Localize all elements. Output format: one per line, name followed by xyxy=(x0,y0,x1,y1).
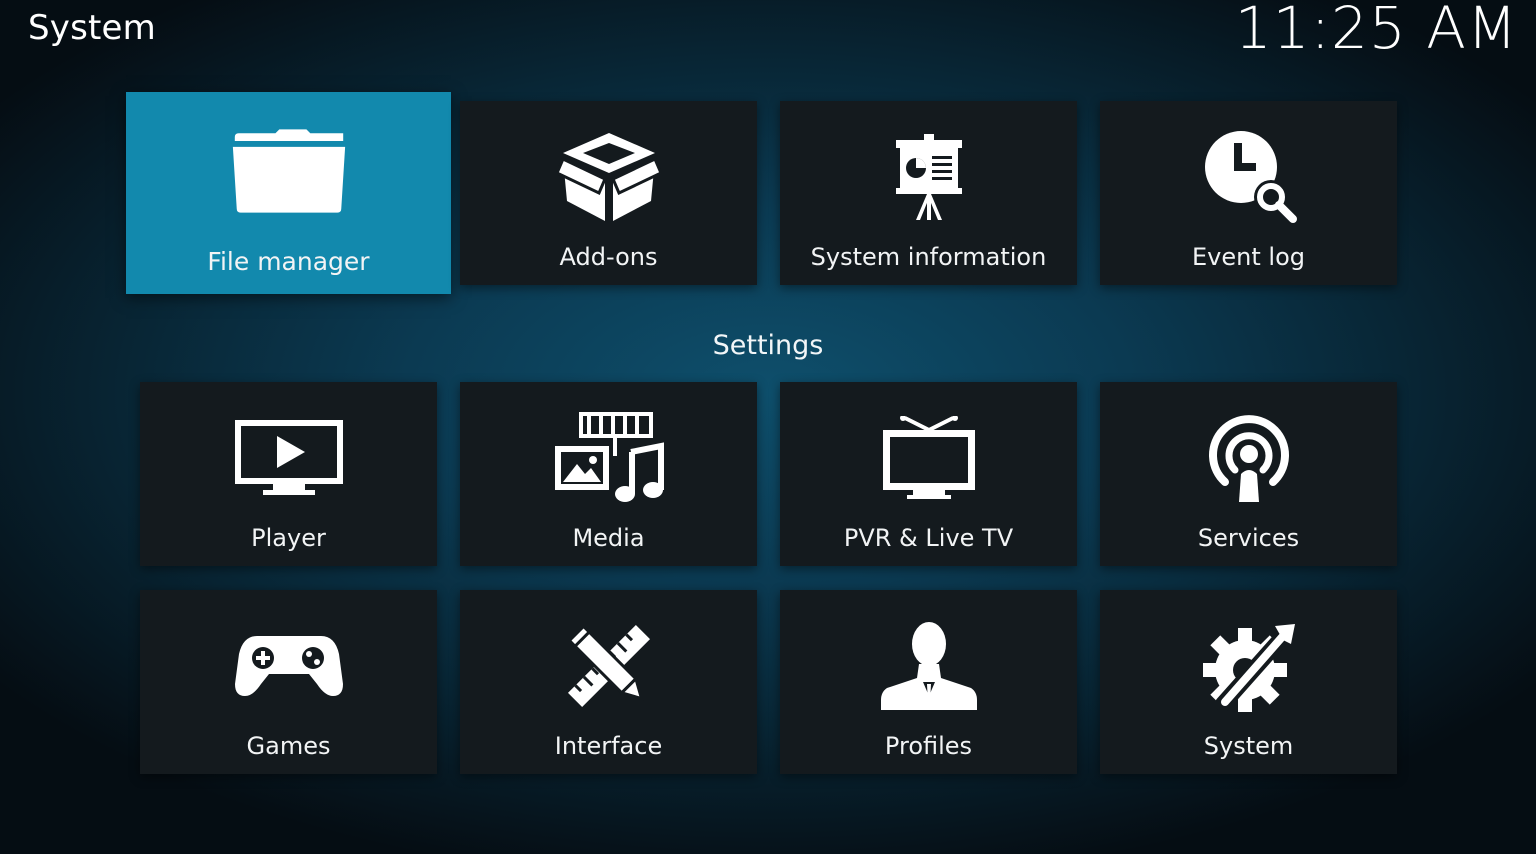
user-silhouette-icon xyxy=(869,616,989,716)
pencil-ruler-icon xyxy=(549,616,669,716)
folder-icon xyxy=(229,122,349,222)
tv-play-icon xyxy=(229,408,349,508)
tile-label: Interface xyxy=(554,732,663,760)
presentation-board-icon xyxy=(869,127,989,227)
tile-label: System xyxy=(1203,732,1294,760)
tile-interface[interactable]: Interface xyxy=(460,590,757,774)
media-film-photo-music-icon xyxy=(549,408,669,508)
tile-label: Games xyxy=(246,732,331,760)
gear-wrench-icon xyxy=(1189,616,1309,716)
tile-event-log[interactable]: Event log xyxy=(1100,101,1397,285)
gamepad-icon xyxy=(229,616,349,716)
tile-add-ons[interactable]: Add-ons xyxy=(460,101,757,285)
broadcast-person-icon xyxy=(1189,408,1309,508)
tile-pvr-live-tv[interactable]: PVR & Live TV xyxy=(780,382,1077,566)
tv-antenna-icon xyxy=(869,408,989,508)
tile-label: Media xyxy=(572,524,645,552)
tile-system-information[interactable]: System information xyxy=(780,101,1077,285)
tile-player[interactable]: Player xyxy=(140,382,437,566)
tile-games[interactable]: Games xyxy=(140,590,437,774)
page-title: System xyxy=(28,8,156,48)
tile-label: Services xyxy=(1197,524,1300,552)
tile-services[interactable]: Services xyxy=(1100,382,1397,566)
tile-profiles[interactable]: Profiles xyxy=(780,590,1077,774)
tile-label: System information xyxy=(810,243,1047,271)
tile-label: Profiles xyxy=(884,732,973,760)
tile-label: File manager xyxy=(207,247,370,276)
tile-system[interactable]: System xyxy=(1100,590,1397,774)
clock: 11:25 AM xyxy=(1234,0,1518,62)
tile-file-manager[interactable]: File manager xyxy=(126,92,451,294)
tile-label: Player xyxy=(251,524,326,552)
tile-label: PVR & Live TV xyxy=(843,524,1014,552)
clock-search-icon xyxy=(1189,127,1309,227)
addons-box-icon xyxy=(549,127,669,227)
tile-label: Event log xyxy=(1192,243,1305,271)
section-label-settings: Settings xyxy=(712,330,824,361)
tile-media[interactable]: Media xyxy=(460,382,757,566)
tile-label: Add-ons xyxy=(559,243,658,271)
